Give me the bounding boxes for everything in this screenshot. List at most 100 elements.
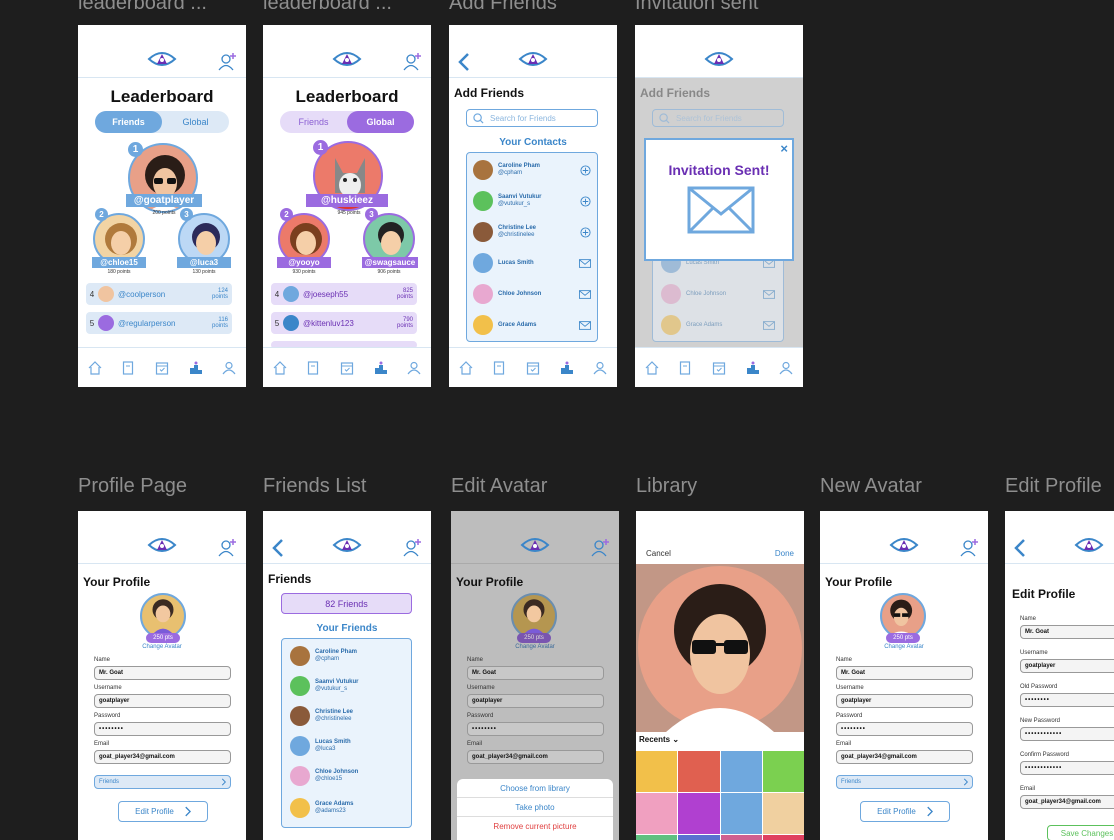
avatar-option[interactable] — [762, 793, 804, 834]
take-photo-button[interactable]: Take photo — [457, 798, 613, 817]
frame-title-friends-list: Friends List — [263, 475, 367, 497]
friend-row[interactable]: Christine Lee @christinelee — [290, 705, 403, 727]
leaderboard-icon[interactable] — [374, 361, 388, 375]
cancel-button[interactable]: Cancel — [646, 549, 671, 558]
calendar-icon[interactable] — [340, 361, 354, 375]
contact-avatar — [473, 222, 493, 242]
recents-dropdown[interactable]: Recents ⌄ — [639, 735, 679, 744]
contact-row[interactable]: Lucas Smith — [473, 252, 591, 274]
book-icon[interactable] — [121, 361, 135, 375]
home-icon[interactable] — [645, 361, 659, 375]
row-handle: @joeseph55 — [303, 289, 349, 299]
friends-button[interactable]: Friends — [836, 775, 973, 789]
avatar-option[interactable] — [636, 751, 678, 792]
leaderboard-icon[interactable] — [560, 361, 574, 375]
name-field[interactable]: Mr. Goat — [94, 666, 231, 680]
plus-circle-icon[interactable] — [580, 196, 591, 207]
contact-row[interactable]: Chloe Johnson — [473, 283, 591, 305]
save-changes-button[interactable]: Save Changes — [1047, 825, 1114, 840]
profile-icon[interactable] — [779, 361, 793, 375]
profile-icon[interactable] — [407, 361, 421, 375]
confirm-password-field[interactable]: •••••••••••• — [1020, 761, 1114, 775]
search-input[interactable]: Search for Friends — [466, 109, 598, 127]
mail-icon[interactable] — [579, 259, 591, 268]
email-field[interactable]: goat_player34@gmail.com — [836, 750, 973, 764]
leaderboard-row[interactable]: 5 @regularperson 116 points — [86, 312, 232, 334]
mail-icon[interactable] — [579, 321, 591, 330]
avatar-option[interactable] — [720, 793, 762, 834]
email-field[interactable]: goat_player34@gmail.com — [1020, 795, 1114, 809]
tab-friends[interactable]: Friends — [280, 111, 347, 133]
leaderboard-row[interactable]: 4 @joeseph55 825 points — [271, 283, 417, 305]
avatar-option[interactable] — [678, 751, 720, 792]
book-icon[interactable] — [678, 361, 692, 375]
change-avatar-link: Change Avatar — [515, 644, 555, 650]
add-user-icon[interactable] — [218, 51, 238, 71]
friends-button[interactable]: Friends — [94, 775, 231, 789]
profile-icon[interactable] — [593, 361, 607, 375]
contact-row[interactable]: Caroline Pham @cpham — [473, 159, 591, 181]
leaderboard-icon[interactable] — [746, 361, 760, 375]
contact-row[interactable]: Grace Adams — [473, 314, 591, 336]
mail-icon[interactable] — [579, 290, 591, 299]
friend-row[interactable]: Lucas Smith @luca3 — [290, 735, 403, 757]
back-chevron-icon[interactable] — [457, 52, 471, 72]
password-field[interactable]: •••••••• — [94, 722, 231, 736]
edit-profile-button[interactable]: Edit Profile — [860, 801, 950, 822]
calendar-icon[interactable] — [526, 361, 540, 375]
avatar-option[interactable] — [636, 835, 678, 840]
profile-icon[interactable] — [222, 361, 236, 375]
tab-friends[interactable]: Friends — [95, 111, 162, 133]
home-icon[interactable] — [273, 361, 287, 375]
avatar-option[interactable] — [720, 835, 762, 840]
remove-picture-button[interactable]: Remove current picture — [457, 817, 613, 836]
avatar-option[interactable] — [678, 835, 720, 840]
password-field[interactable]: •••••••• — [836, 722, 973, 736]
calendar-icon[interactable] — [155, 361, 169, 375]
name-field[interactable]: Mr. Goat — [836, 666, 973, 680]
calendar-icon[interactable] — [712, 361, 726, 375]
tab-global[interactable]: Global — [347, 111, 414, 133]
add-user-icon[interactable] — [960, 537, 980, 557]
friend-row[interactable]: Saanvi Vutukur @vutukur_s — [290, 675, 403, 697]
change-avatar-link[interactable]: Change Avatar — [820, 644, 988, 650]
done-button[interactable]: Done — [775, 549, 794, 558]
email-field[interactable]: goat_player34@gmail.com — [94, 750, 231, 764]
username-field[interactable]: goatplayer — [94, 694, 231, 708]
close-icon[interactable]: × — [780, 141, 788, 156]
plus-circle-icon[interactable] — [580, 165, 591, 176]
username-field[interactable]: goatplayer — [836, 694, 973, 708]
avatar-option[interactable] — [678, 793, 720, 834]
new-password-field[interactable]: •••••••••••• — [1020, 727, 1114, 741]
friend-row[interactable]: Chloe Johnson @chloe15 — [290, 765, 403, 787]
avatar-option[interactable] — [762, 835, 804, 840]
friend-row[interactable]: Caroline Pham @cpham — [290, 645, 403, 667]
back-chevron-icon[interactable] — [271, 538, 285, 558]
leaderboard-row[interactable]: 4 @coolperson 124 points — [86, 283, 232, 305]
old-password-field[interactable]: •••••••• — [1020, 693, 1114, 707]
add-user-icon[interactable] — [403, 537, 423, 557]
contact-row[interactable]: Saanvi Vutukur @vutukur_s — [473, 190, 591, 212]
choose-from-library-button[interactable]: Choose from library — [457, 779, 613, 798]
avatar-option[interactable] — [636, 793, 678, 834]
tab-global[interactable]: Global — [162, 111, 229, 133]
leaderboard-icon[interactable] — [189, 361, 203, 375]
leaderboard-row[interactable]: 5 @kittenluv123 790 points — [271, 312, 417, 334]
name-field[interactable]: Mr. Goat — [1020, 625, 1114, 639]
add-user-icon[interactable] — [403, 51, 423, 71]
friend-count-button[interactable]: 82 Friends — [281, 593, 412, 614]
book-icon[interactable] — [492, 361, 506, 375]
username-field[interactable]: goatplayer — [1020, 659, 1114, 673]
book-icon[interactable] — [306, 361, 320, 375]
contact-row[interactable]: Christine Lee @christinelee — [473, 221, 591, 243]
change-avatar-link[interactable]: Change Avatar — [78, 644, 246, 650]
friend-row[interactable]: Grace Adams @adams23 — [290, 797, 403, 819]
home-icon[interactable] — [459, 361, 473, 375]
avatar-option[interactable] — [720, 751, 762, 792]
edit-profile-button[interactable]: Edit Profile — [118, 801, 208, 822]
avatar-option[interactable] — [762, 751, 804, 792]
home-icon[interactable] — [88, 361, 102, 375]
plus-circle-icon[interactable] — [580, 227, 591, 238]
back-chevron-icon[interactable] — [1013, 538, 1027, 558]
add-user-icon[interactable] — [218, 537, 238, 557]
